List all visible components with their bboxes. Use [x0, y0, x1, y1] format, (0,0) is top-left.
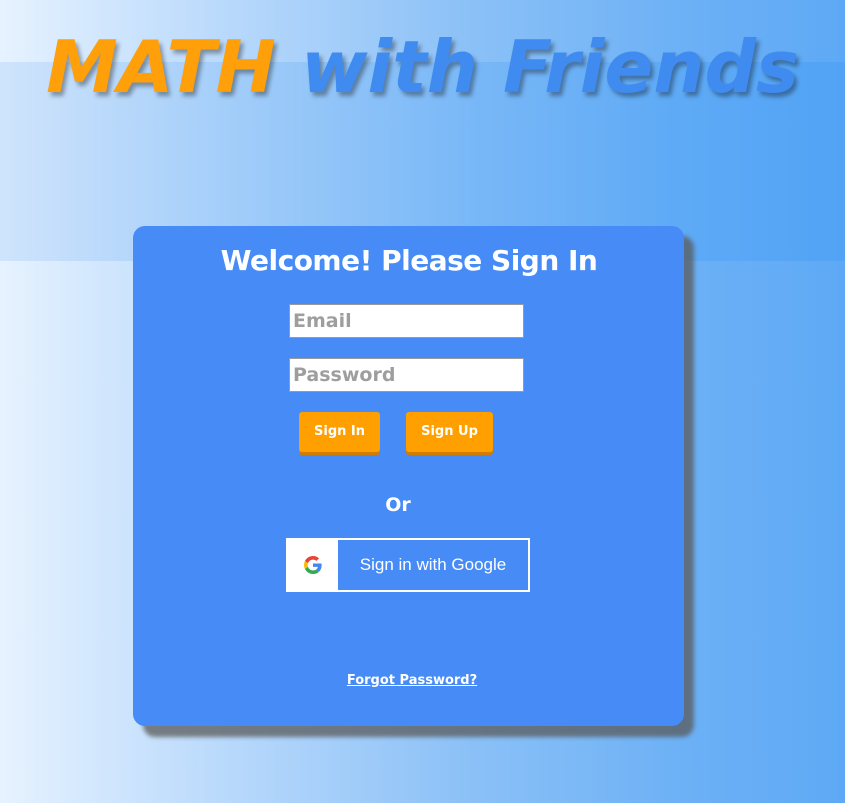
google-sign-in-label: Sign in with Google [359, 555, 507, 574]
sign-up-button[interactable]: Sign Up [406, 412, 493, 452]
app-title-friends: with Friends [301, 25, 799, 109]
google-sign-in-button[interactable]: Sign in with Google [286, 538, 530, 592]
sign-in-button[interactable]: Sign In [299, 412, 380, 452]
sign-in-card [133, 226, 684, 726]
forgot-password-link[interactable]: Forgot Password? [312, 670, 512, 692]
sign-in-heading: Welcome! Please Sign In [220, 244, 598, 277]
app-title: MATH with Friends [0, 22, 845, 112]
email-field[interactable] [289, 304, 524, 338]
app-title-math: MATH [46, 25, 276, 109]
or-divider-label: Or [385, 494, 411, 516]
google-icon [304, 556, 322, 574]
google-logo-box [288, 540, 338, 590]
password-field[interactable] [289, 358, 524, 392]
